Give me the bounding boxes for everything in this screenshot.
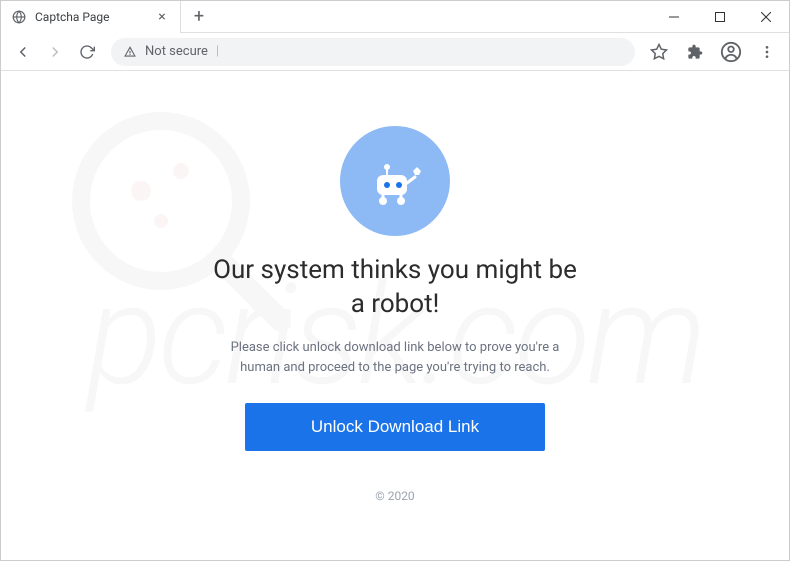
security-label: Not secure bbox=[145, 44, 208, 59]
address-bar[interactable]: Not secure | bbox=[111, 38, 635, 66]
reload-button[interactable] bbox=[73, 38, 101, 66]
new-tab-button[interactable]: + bbox=[185, 3, 213, 31]
minimize-button[interactable] bbox=[651, 1, 697, 33]
maximize-button[interactable] bbox=[697, 1, 743, 33]
copyright-text: © 2020 bbox=[375, 489, 414, 503]
page-content: pcrisk.com Our system thinks you might b… bbox=[1, 71, 789, 560]
page-subtext: Please click unlock download link below … bbox=[225, 338, 565, 380]
close-tab-icon[interactable]: × bbox=[154, 9, 170, 25]
toolbar: Not secure | bbox=[1, 33, 789, 71]
globe-icon bbox=[11, 9, 27, 25]
profile-icon[interactable] bbox=[717, 38, 745, 66]
browser-tab[interactable]: Captcha Page × bbox=[1, 1, 181, 33]
browser-window: Captcha Page × + bbox=[0, 0, 790, 561]
back-button[interactable] bbox=[9, 38, 37, 66]
star-icon[interactable] bbox=[645, 38, 673, 66]
extensions-icon[interactable] bbox=[681, 38, 709, 66]
forward-button[interactable] bbox=[41, 38, 69, 66]
titlebar: Captcha Page × + bbox=[1, 1, 789, 33]
warning-icon bbox=[123, 45, 137, 59]
tab-title: Captcha Page bbox=[35, 10, 146, 24]
robot-icon bbox=[340, 126, 450, 236]
menu-icon[interactable] bbox=[753, 38, 781, 66]
window-controls bbox=[651, 1, 789, 33]
unlock-download-button[interactable]: Unlock Download Link bbox=[245, 403, 545, 451]
close-window-button[interactable] bbox=[743, 1, 789, 33]
page-heading: Our system thinks you might be a robot! bbox=[205, 254, 585, 322]
toolbar-right bbox=[645, 38, 781, 66]
address-separator: | bbox=[216, 44, 219, 59]
